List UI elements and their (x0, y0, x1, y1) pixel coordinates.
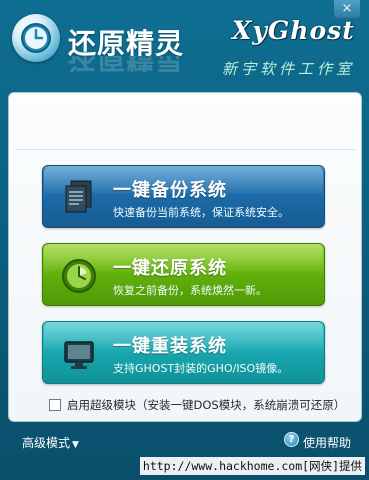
main-panel: 一键备份系统 快速备份当前系统，保证系统安全。 一键还原系统 恢复之前备份，系统… (8, 92, 362, 422)
brand-logo: XyGhost (232, 16, 355, 45)
backup-system-button[interactable]: 一键备份系统 快速备份当前系统，保证系统安全。 (42, 165, 325, 228)
restore-description: 恢复之前备份，系统焕然一新。 (113, 284, 267, 297)
restore-title: 一键还原系统 (113, 258, 227, 279)
close-button[interactable]: × (333, 0, 361, 19)
divider (15, 149, 355, 150)
dos-module-checkbox[interactable] (49, 399, 61, 411)
advanced-mode-dropdown[interactable]: 高级模式 ▼ (22, 434, 79, 451)
reinstall-title: 一键重装系统 (113, 336, 227, 357)
backup-title: 一键备份系统 (113, 180, 227, 201)
help-link[interactable]: 使用帮助 (303, 434, 351, 451)
clock-icon (57, 254, 101, 298)
reinstall-description: 支持GHOST封装的GHO/ISO镜像。 (113, 362, 289, 375)
restore-system-button[interactable]: 一键还原系统 恢复之前备份，系统焕然一新。 (42, 243, 325, 306)
dos-module-label[interactable]: 启用超级模块（安装一键DOS模块，系统崩溃可还原） (67, 397, 345, 413)
help-icon[interactable]: ? (284, 432, 299, 447)
window-header: 还原精灵 还原精灵 XyGhost 新宇软件工作室 × (0, 0, 369, 84)
documents-icon (57, 176, 101, 220)
backup-description: 快速备份当前系统，保证系统安全。 (113, 206, 289, 219)
clock-logo-icon (12, 14, 60, 62)
app-title: 还原精灵 (68, 27, 185, 60)
watermark-text: http://www.hackhome.com[网侠]提供 (139, 457, 365, 475)
brand-subtitle: 新宇软件工作室 (222, 60, 356, 78)
chevron-down-icon: ▼ (72, 440, 79, 450)
reinstall-system-button[interactable]: 一键重装系统 支持GHOST封装的GHO/ISO镜像。 (42, 321, 325, 384)
monitor-icon (57, 332, 101, 376)
advanced-mode-label: 高级模式 (22, 436, 71, 450)
